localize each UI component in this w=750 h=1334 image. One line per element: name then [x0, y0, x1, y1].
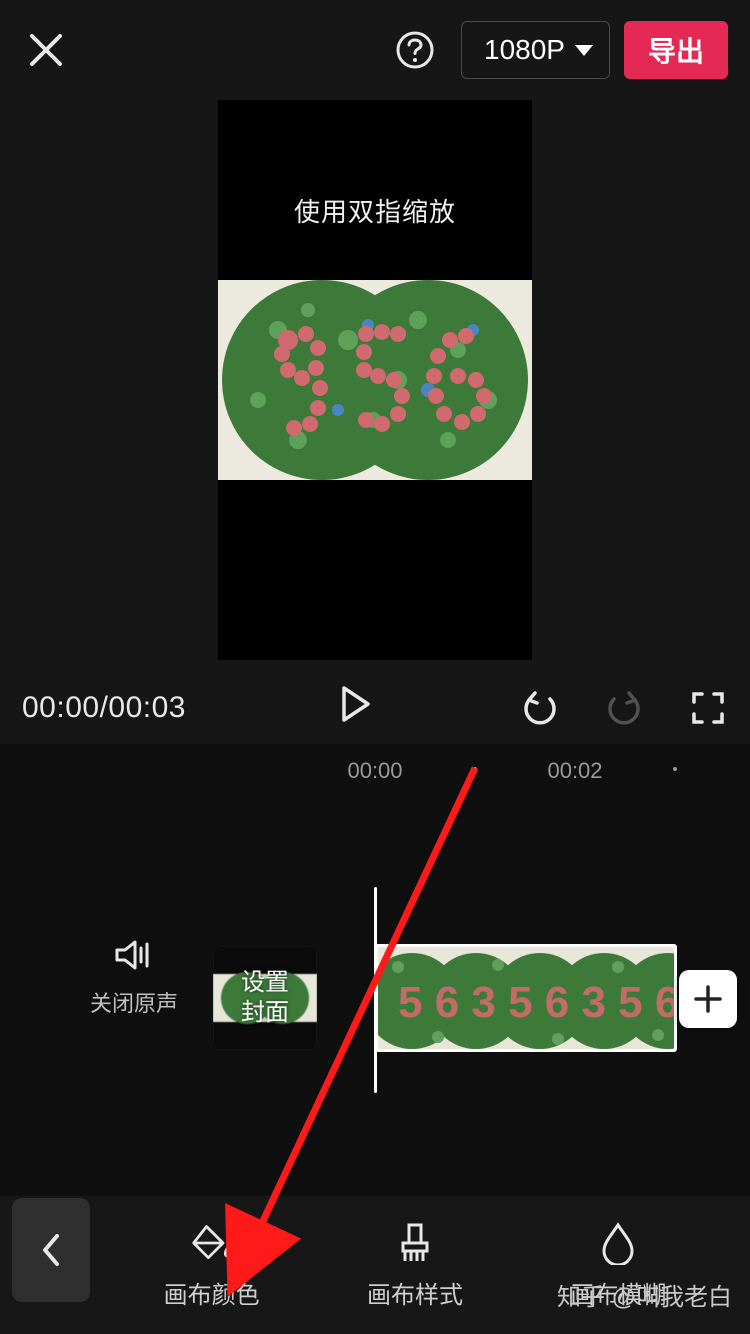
undo-icon: [521, 689, 559, 727]
video-preview[interactable]: 使用双指缩放: [218, 100, 532, 660]
cover-label: 设置封面: [241, 968, 289, 1028]
back-button[interactable]: [12, 1198, 90, 1302]
preview-content: [218, 280, 532, 480]
fullscreen-button[interactable]: [688, 688, 728, 728]
video-clip[interactable]: 5 6 3 5 6 3 5 6: [375, 944, 677, 1052]
fullscreen-icon: [690, 690, 726, 726]
help-button[interactable]: [391, 26, 439, 74]
watermark: 知乎 @叫我老白: [557, 1277, 732, 1312]
tool-canvas-style[interactable]: 画布样式: [367, 1221, 463, 1310]
redo-icon: [605, 689, 643, 727]
pinch-zoom-hint: 使用双指缩放: [218, 192, 532, 229]
redo-button: [604, 688, 644, 728]
svg-text:5 6 3 5 6 3 5 6: 5 6 3 5 6 3 5 6: [398, 978, 677, 1027]
undo-button[interactable]: [520, 688, 560, 728]
time-ruler[interactable]: 00:00 00:02: [0, 744, 750, 792]
export-label: 导出: [648, 30, 704, 70]
close-button[interactable]: [22, 26, 70, 74]
set-cover-button[interactable]: 设置封面: [213, 946, 317, 1050]
help-icon: [395, 30, 435, 70]
clip-thumbnails: 5 6 3 5 6 3 5 6: [378, 947, 677, 1052]
tool-canvas-color[interactable]: 画布颜色: [164, 1221, 260, 1310]
close-icon: [28, 32, 64, 68]
ruler-tick-0: 00:00: [347, 758, 402, 784]
speaker-icon: [113, 934, 155, 976]
tool-label: 画布样式: [367, 1275, 463, 1310]
resolution-label: 1080P: [484, 34, 565, 66]
play-button[interactable]: [341, 686, 385, 730]
mute-original-sound[interactable]: 关闭原声: [90, 934, 178, 1018]
plus-icon: [693, 984, 723, 1014]
time-total: 00:03: [108, 691, 186, 724]
ruler-tick-2: 00:02: [547, 758, 602, 784]
time-current: 00:00: [22, 691, 100, 724]
add-clip-button[interactable]: [679, 970, 737, 1028]
timeline[interactable]: 00:00 00:02 关闭原声 设置: [0, 744, 750, 1196]
play-icon: [341, 686, 371, 722]
export-button[interactable]: 导出: [624, 21, 728, 79]
time-display: 00:00/00:03: [22, 691, 186, 725]
playhead[interactable]: [374, 887, 377, 1093]
chevron-down-icon: [575, 45, 593, 56]
chevron-left-icon: [40, 1232, 62, 1268]
bottom-toolbar: 画布颜色 画布样式 画布模糊: [0, 1196, 750, 1334]
ruler-dot: [473, 767, 477, 771]
brush-icon: [393, 1221, 437, 1265]
resolution-select[interactable]: 1080P: [461, 21, 610, 79]
water-drop-icon: [596, 1221, 640, 1265]
ruler-dot: [673, 767, 677, 771]
paint-bucket-icon: [190, 1221, 234, 1265]
mute-label: 关闭原声: [90, 986, 178, 1018]
tool-label: 画布颜色: [164, 1275, 260, 1310]
